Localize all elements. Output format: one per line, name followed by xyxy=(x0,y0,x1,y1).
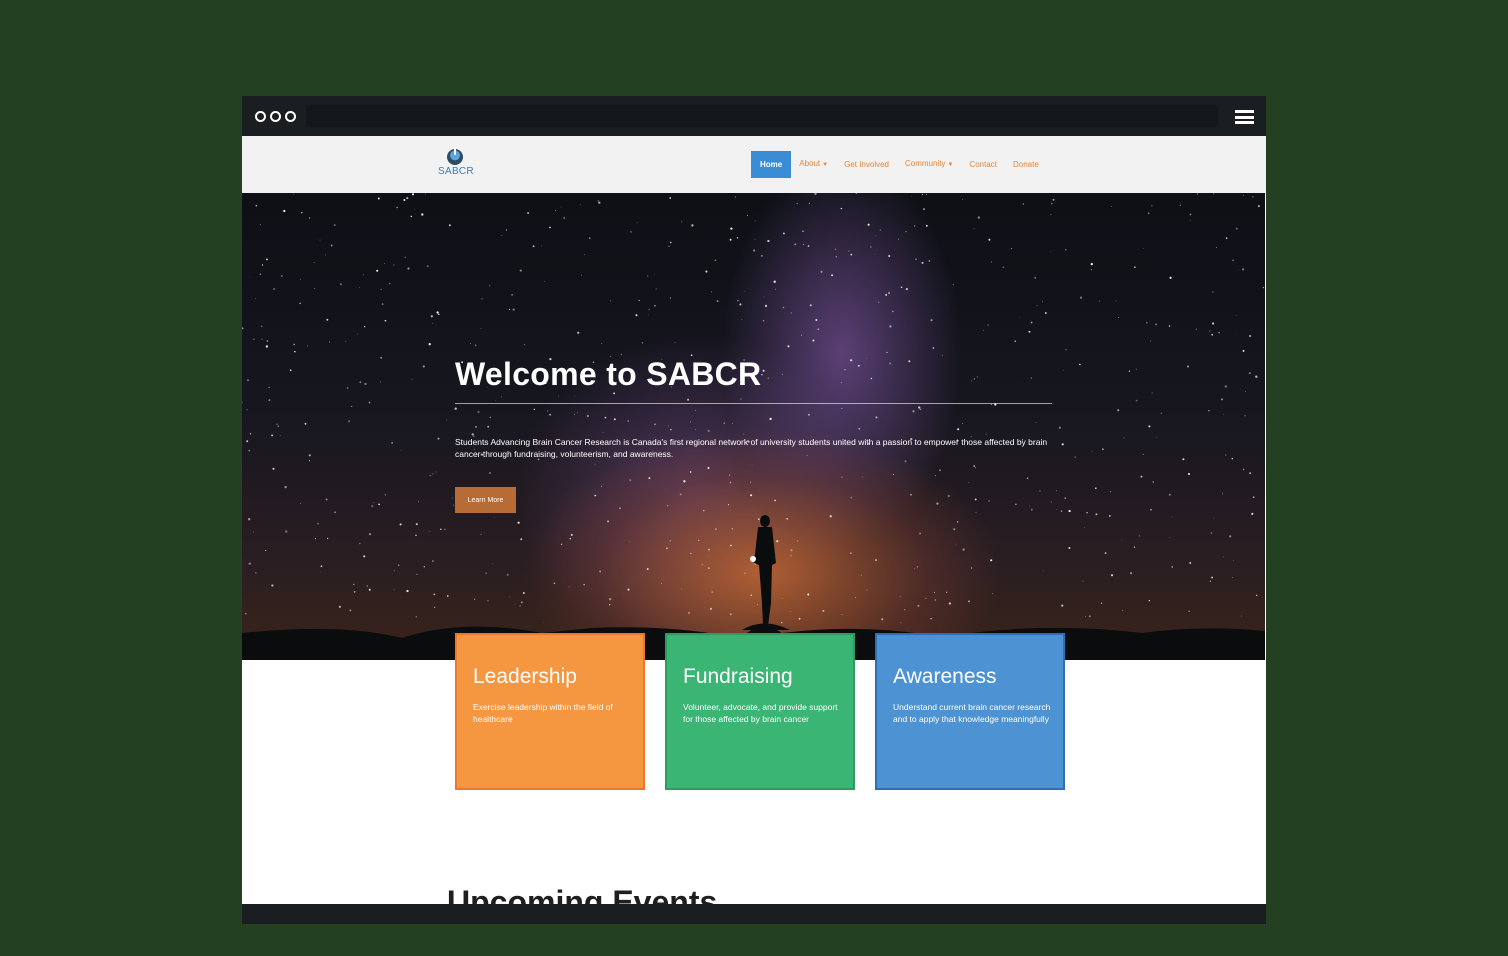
nav-get-involved[interactable]: Get Involved xyxy=(836,151,897,178)
card-text: Volunteer, advocate, and provide support… xyxy=(683,702,838,724)
logo-text: SABCR xyxy=(438,166,474,177)
nav-label: Get Involved xyxy=(844,160,890,169)
card-awareness[interactable]: Awareness Understand current brain cance… xyxy=(875,633,1065,790)
card-title: Awareness xyxy=(893,665,997,688)
browser-window: SABCR Home About ▼ Get Involved Community… xyxy=(242,96,1266,924)
horizon-silhouette-image xyxy=(242,515,1265,660)
card-leadership[interactable]: Leadership Exercise leadership within th… xyxy=(455,633,645,790)
address-bar[interactable] xyxy=(306,105,1218,127)
card-title: Fundraising xyxy=(683,665,793,688)
hero-description: Students Advancing Brain Cancer Research… xyxy=(455,437,1048,459)
nav-home[interactable]: Home xyxy=(751,151,792,178)
nav-label: Community xyxy=(905,159,946,168)
learn-more-button[interactable]: Learn More xyxy=(455,487,516,513)
site-header: SABCR Home About ▼ Get Involved Community… xyxy=(242,136,1266,194)
nav-donate[interactable]: Donate xyxy=(1005,151,1047,178)
card-fundraising[interactable]: Fundraising Volunteer, advocate, and pro… xyxy=(665,633,855,790)
hamburger-menu-icon[interactable] xyxy=(1235,110,1254,124)
caret-down-icon: ▼ xyxy=(947,162,954,168)
site-logo[interactable]: SABCR xyxy=(438,147,474,179)
window-dot-icon[interactable] xyxy=(285,111,296,122)
card-text: Exercise leadership within the field of … xyxy=(473,702,613,724)
hero-banner: Welcome to SABCR Students Advancing Brai… xyxy=(242,193,1265,660)
hero-title: Welcome to SABCR xyxy=(455,356,762,392)
nav-label: Home xyxy=(760,160,783,169)
nav-label: Donate xyxy=(1013,160,1039,169)
nav-label: Contact xyxy=(969,160,997,169)
browser-toolbar xyxy=(242,96,1266,136)
main-nav: Home About ▼ Get Involved Community ▼ Cont… xyxy=(751,150,1047,179)
window-dot-icon[interactable] xyxy=(270,111,281,122)
carousel-indicator[interactable] xyxy=(750,556,756,562)
nav-label: About xyxy=(799,159,821,168)
card-text: Understand current brain cancer research… xyxy=(893,702,1051,724)
page-viewport: SABCR Home About ▼ Get Involved Community… xyxy=(242,136,1266,904)
nav-about[interactable]: About ▼ xyxy=(791,150,836,179)
events-heading: Upcoming Events xyxy=(447,884,718,904)
window-dot-icon[interactable] xyxy=(255,111,266,122)
nav-contact[interactable]: Contact xyxy=(961,151,1005,178)
caret-down-icon: ▼ xyxy=(822,162,829,168)
window-controls xyxy=(255,111,296,122)
logo-icon xyxy=(447,147,463,165)
card-title: Leadership xyxy=(473,665,577,688)
hero-divider xyxy=(455,403,1052,404)
nav-community[interactable]: Community ▼ xyxy=(897,150,961,179)
